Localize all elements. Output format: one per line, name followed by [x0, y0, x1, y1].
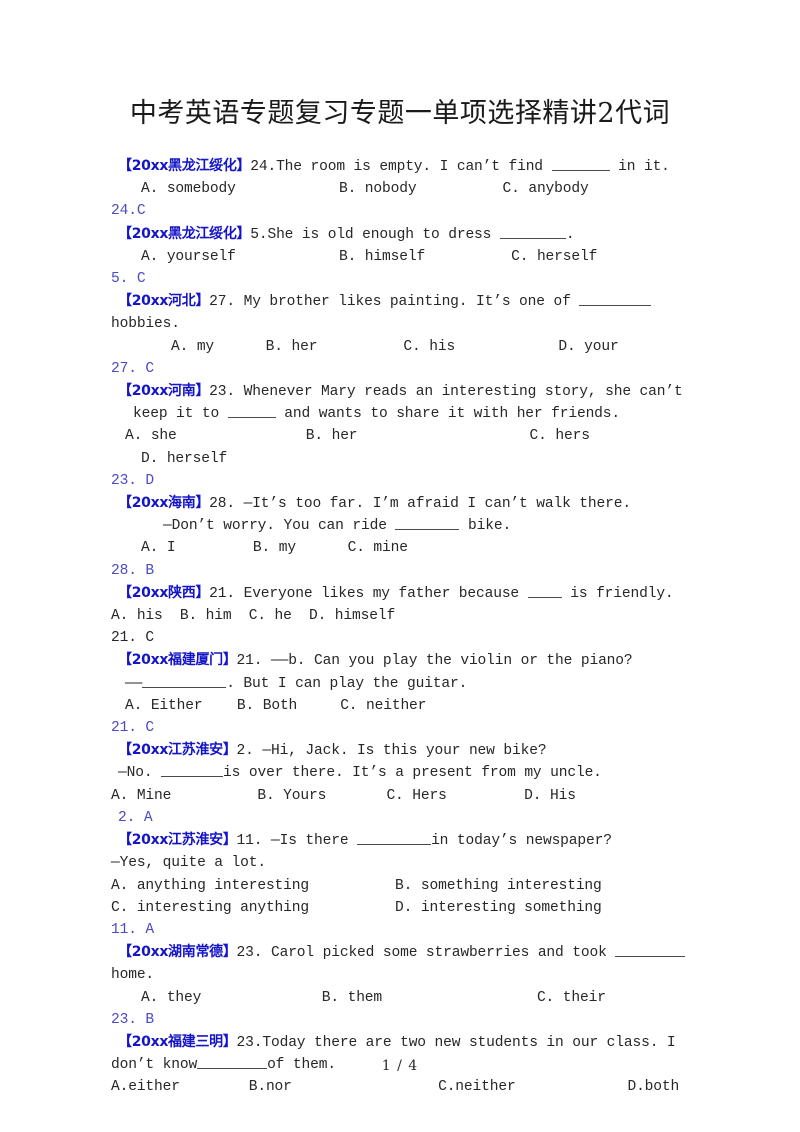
page-title: 中考英语专题复习专题一单项选择精讲2代词	[129, 98, 671, 129]
stem-cont-head: ——	[125, 675, 143, 692]
question-stem: 【20xx黑龙江绥化】5.She is old enough to dress …	[111, 223, 689, 246]
document-page: 中考英语专题复习专题一单项选择精讲2代词 【20xx黑龙江绥化】24.The r…	[0, 0, 800, 1132]
question-answer: 21. C	[111, 630, 155, 647]
question-answer: 23. D	[111, 472, 155, 489]
question-stem: 【20xx河南】23. Whenever Mary reads an inter…	[111, 380, 689, 403]
stem-text: 2. —Hi, Jack. Is this your new bike?	[236, 743, 547, 760]
question-answer: 5. C	[111, 271, 146, 288]
source-tag: 【20xx福建三明】	[118, 1033, 237, 1050]
question-options-2: D. herself	[141, 450, 228, 467]
question-answer: 28. B	[111, 562, 155, 579]
question-stem: 【20xx福建厦门】21. ——b. Can you play the viol…	[111, 649, 689, 672]
stem-text: 23. Carol picked some strawberries and t…	[236, 945, 616, 962]
stem-text: 24.The room is empty. I can’t find	[250, 159, 552, 175]
question-stem: 【20xx黑龙江绥化】24.The room is empty. I can’t…	[111, 155, 689, 178]
stem-cont-head: —No.	[118, 765, 162, 782]
question-options: A. my B. her C. his D. your	[171, 338, 619, 355]
question-block: 【20xx江苏淮安】11. —Is there in today’s newsp…	[111, 829, 689, 941]
source-tag: 【20xx江苏淮安】	[118, 832, 237, 849]
source-tag: 【20xx黑龙江绥化】	[118, 225, 251, 242]
question-stem-continued: home.	[111, 967, 155, 984]
answer-blank	[499, 225, 566, 239]
question-options: A. his B. him C. he D. himself	[111, 608, 396, 625]
source-tag: 【20xx湖南常德】	[118, 944, 237, 961]
answer-blank	[395, 516, 460, 531]
answer-blank	[615, 943, 686, 958]
answer-blank	[527, 584, 562, 598]
document-body: 【20xx黑龙江绥化】24.The room is empty. I can’t…	[111, 155, 689, 1099]
question-stem-continued: —Don’t worry. You can ride bike.	[111, 515, 689, 537]
stem-text: 28. —It’s too far. I’m afraid I can’t wa…	[209, 496, 631, 513]
page-number: 1 / 4	[381, 1058, 419, 1074]
stem-text: 21. Everyone likes my father because	[209, 585, 528, 602]
question-stem: 【20xx湖南常德】23. Carol picked some strawber…	[111, 941, 689, 964]
question-options: A. Mine B. Yours C. Hers D. His	[111, 787, 576, 804]
question-stem: 【20xx陕西】21. Everyone likes my father bec…	[111, 582, 689, 605]
stem-text-tail: in today’s newspaper?	[431, 833, 612, 850]
question-stem: 【20xx河北】27. My brother likes painting. I…	[111, 290, 689, 313]
answer-blank	[551, 157, 610, 171]
question-block: 【20xx黑龙江绥化】24.The room is empty. I can’t…	[111, 155, 689, 223]
question-stem-continued: —No. is over there. It’s a present from …	[111, 762, 689, 784]
stem-text: 21. ——b. Can you play the violin or the …	[236, 653, 633, 670]
question-stem-continued: hobbies.	[111, 316, 180, 333]
question-stem: 【20xx江苏淮安】2. —Hi, Jack. Is this your new…	[111, 739, 689, 762]
stem-cont-tail: . But I can play the guitar.	[226, 675, 468, 692]
source-tag: 【20xx海南】	[118, 495, 210, 512]
stem-cont-head: keep it to	[133, 406, 228, 423]
answer-blank	[579, 292, 652, 307]
question-block: 【20xx江苏淮安】2. —Hi, Jack. Is this your new…	[111, 739, 689, 829]
stem-text: 23. Whenever Mary reads an interesting s…	[209, 384, 683, 401]
question-options: A. yourself B. himself C. herself	[141, 248, 598, 265]
question-stem-continued: —— . But I can play the guitar.	[111, 673, 689, 695]
question-answer: 21. C	[111, 720, 155, 737]
stem-text: 11. —Is there	[236, 833, 358, 850]
stem-text-tail: in it.	[609, 159, 670, 175]
answer-blank	[161, 763, 224, 778]
question-answer: 2. A	[118, 809, 153, 826]
source-tag: 【20xx黑龙江绥化】	[118, 158, 251, 174]
source-tag: 【20xx陕西】	[118, 584, 210, 601]
question-block: 【20xx黑龙江绥化】5.She is old enough to dress …	[111, 223, 689, 291]
question-block: 【20xx河北】27. My brother likes painting. I…	[111, 290, 689, 380]
stem-text: 27. My brother likes painting. It’s one …	[209, 294, 580, 311]
question-answer: 23. B	[111, 1011, 155, 1028]
question-stem: 【20xx福建三明】23.Today there are two new stu…	[111, 1031, 689, 1054]
stem-text-tail: is friendly.	[561, 585, 674, 602]
answer-blank	[142, 674, 227, 688]
answer-blank	[227, 404, 276, 419]
question-options: A. somebody B. nobody C. anybody	[141, 181, 589, 198]
question-options: A. Either B. Both C. neither	[125, 697, 427, 714]
question-options: A.either B.nor C.neither D.both	[111, 1079, 680, 1096]
source-tag: 【20xx河北】	[118, 293, 210, 310]
question-options: A. she B. her C. hers	[125, 428, 590, 445]
question-block: 【20xx福建厦门】21. ——b. Can you play the viol…	[111, 649, 689, 739]
question-options-2: C. interesting anything D. interesting s…	[111, 899, 602, 916]
question-options: A. they B. them C. their	[141, 989, 606, 1006]
question-stem-continued: —Yes, quite a lot.	[111, 855, 266, 872]
stem-cont-tail: and wants to share it with her friends.	[275, 406, 620, 423]
stem-cont-tail: bike.	[459, 518, 512, 535]
question-stem: 【20xx海南】28. —It’s too far. I’m afraid I …	[111, 492, 689, 515]
question-block: 【20xx陕西】21. Everyone likes my father bec…	[111, 582, 689, 650]
source-tag: 【20xx江苏淮安】	[118, 742, 237, 759]
source-tag: 【20xx河南】	[118, 383, 210, 400]
question-answer: 11. A	[111, 921, 155, 938]
question-answer: 24.C	[111, 203, 146, 220]
question-stem: 【20xx江苏淮安】11. —Is there in today’s newsp…	[111, 829, 689, 852]
stem-text-tail: .	[565, 226, 575, 243]
question-stem-continued: keep it to and wants to share it with he…	[111, 403, 689, 425]
source-tag: 【20xx福建厦门】	[118, 652, 237, 669]
question-options: A. I B. my C. mine	[141, 540, 408, 557]
stem-text: 23.Today there are two new students in o…	[236, 1034, 676, 1051]
stem-cont-tail: is over there. It’s a present from my un…	[223, 765, 602, 782]
question-options: A. anything interesting B. something int…	[111, 877, 602, 894]
answer-blank	[357, 831, 432, 846]
question-answer: 27. C	[111, 360, 155, 377]
question-block: 【20xx海南】28. —It’s too far. I’m afraid I …	[111, 492, 689, 582]
stem-text: 5.She is old enough to dress	[250, 226, 500, 243]
stem-cont-head: —Don’t worry. You can ride	[163, 518, 396, 535]
question-block: 【20xx湖南常德】23. Carol picked some strawber…	[111, 941, 689, 1031]
question-block: 【20xx河南】23. Whenever Mary reads an inter…	[111, 380, 689, 492]
